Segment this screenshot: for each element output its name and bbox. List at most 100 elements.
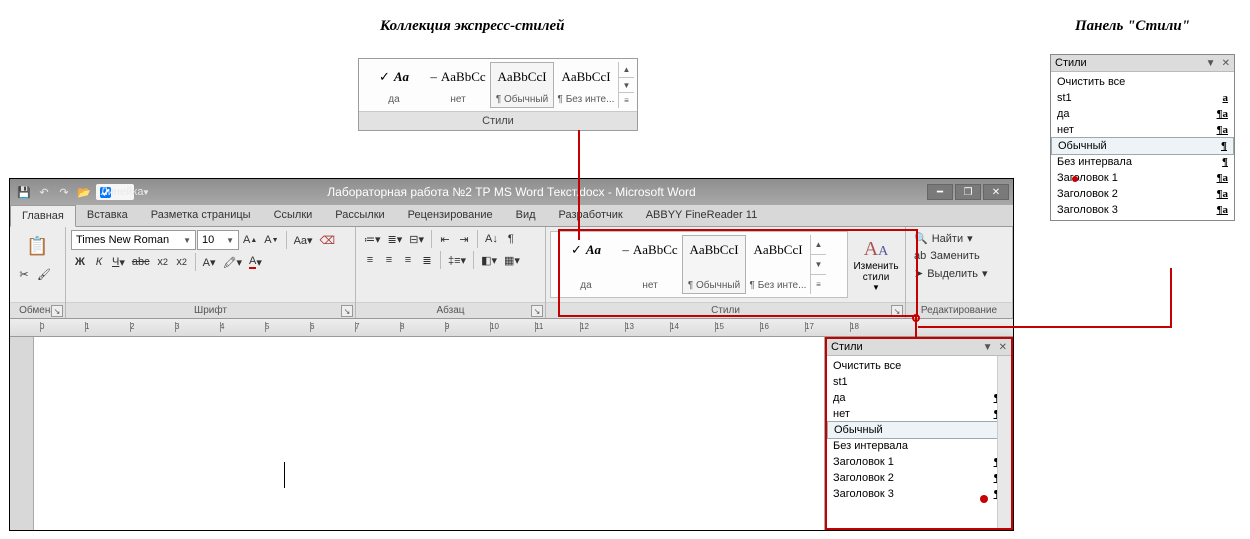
line-spacing-button[interactable]: ‡≡▾ — [445, 251, 469, 269]
style-row[interactable]: нет¶a — [1051, 122, 1234, 138]
outdent-button[interactable]: ⇤ — [436, 230, 454, 248]
font-name-combo[interactable]: Times New Roman▼ — [71, 230, 196, 250]
align-right-button[interactable]: ≡ — [399, 251, 417, 269]
pane-close-icon[interactable]: ✕ — [999, 342, 1007, 353]
tab-layout[interactable]: Разметка страницы — [140, 205, 263, 226]
shading-button[interactable]: ◧▾ — [478, 251, 500, 269]
qat-undo-icon[interactable]: ↶ — [36, 184, 52, 200]
search-icon: 🔍 — [914, 232, 928, 245]
tab-mailings[interactable]: Рассылки — [324, 205, 396, 226]
style-row[interactable]: Очистить все — [1051, 74, 1234, 90]
tab-insert[interactable]: Вставка — [76, 205, 140, 226]
style-gallery-item[interactable]: AaBbCcI ¶ Обычный — [682, 235, 746, 294]
font-size-combo[interactable]: 10▼ — [197, 230, 239, 250]
scrollbar[interactable] — [997, 356, 1011, 528]
gallery-scroll-up[interactable]: ▲ — [619, 62, 634, 78]
style-gallery-item[interactable]: ✓ Aa да — [362, 62, 426, 108]
style-gallery-item[interactable]: AaBbCcI ¶ Без инте... — [746, 235, 810, 294]
qat-ruler-toggle[interactable]: Линейка — [96, 184, 134, 200]
paragraph-launcher[interactable]: ↘ — [531, 305, 543, 317]
gallery-scroll-down[interactable]: ▼ — [619, 78, 634, 94]
gallery-more[interactable]: ≡ — [811, 275, 826, 294]
window-minimize-button[interactable]: ━ — [927, 184, 953, 200]
window-close-button[interactable]: ✕ — [983, 184, 1009, 200]
style-row[interactable]: Без интервала¶ — [827, 438, 1011, 454]
numbering-button[interactable]: ≣▾ — [385, 230, 406, 248]
select-button[interactable]: ➤Выделить ▾ — [911, 265, 1007, 282]
style-gallery-item[interactable]: AaBbCcI ¶ Обычный — [490, 62, 554, 108]
pane-options-icon[interactable]: ▼ — [1206, 58, 1216, 69]
style-row[interactable]: Заголовок 2¶a — [1051, 186, 1234, 202]
qat-save-icon[interactable]: 💾 — [16, 184, 32, 200]
text-effects-button[interactable]: A▾ — [200, 253, 219, 271]
window-maximize-button[interactable]: ❐ — [955, 184, 981, 200]
tab-view[interactable]: Вид — [505, 205, 548, 226]
tab-references[interactable]: Ссылки — [263, 205, 325, 226]
style-gallery-item[interactable]: AaBbCcI ¶ Без инте... — [554, 62, 618, 108]
tab-home[interactable]: Главная — [10, 205, 76, 227]
gallery-scroll-down[interactable]: ▼ — [811, 255, 826, 275]
replace-button[interactable]: abЗаменить — [911, 248, 1007, 264]
shrink-font-button[interactable]: A▼ — [261, 231, 281, 249]
style-row[interactable]: Обычный¶ — [827, 421, 1011, 439]
paste-button[interactable]: 📋 — [15, 230, 60, 262]
style-row[interactable]: Обычный¶ — [1051, 137, 1234, 155]
multilevel-button[interactable]: ⊟▾ — [406, 230, 427, 248]
style-row[interactable]: Заголовок 1¶a — [827, 454, 1011, 470]
tab-review[interactable]: Рецензирование — [397, 205, 505, 226]
style-row[interactable]: да¶a — [1051, 106, 1234, 122]
tab-developer[interactable]: Разработчик — [548, 205, 635, 226]
font-color-button[interactable]: A▾ — [246, 253, 265, 271]
styles-list: Очистить все st1a да¶a нет¶a Обычный¶ Бе… — [1051, 72, 1234, 220]
find-button[interactable]: 🔍Найти ▾ — [911, 230, 1007, 247]
style-gallery-item[interactable]: ✓ Aa да — [554, 235, 618, 294]
style-row[interactable]: Заголовок 3¶a — [1051, 202, 1234, 218]
style-row[interactable]: Заголовок 2¶a — [827, 470, 1011, 486]
cut-button[interactable]: ✂ — [15, 265, 33, 283]
replace-icon: ab — [914, 250, 926, 262]
clear-formatting-button[interactable]: ⌫ — [317, 231, 339, 249]
sort-button[interactable]: A↓ — [482, 230, 501, 248]
format-painter-button[interactable]: 🖌 — [34, 265, 54, 283]
align-center-button[interactable]: ≡ — [380, 251, 398, 269]
style-gallery-item[interactable]: – AaBbCc нет — [618, 235, 682, 294]
strike-button[interactable]: abc — [129, 253, 153, 271]
gallery-more[interactable]: ≡ — [619, 93, 634, 108]
style-row[interactable]: Без интервала¶ — [1051, 154, 1234, 170]
change-case-button[interactable]: Aa▾ — [291, 231, 316, 249]
align-left-button[interactable]: ≡ — [361, 251, 379, 269]
gallery-scroll-up[interactable]: ▲ — [811, 235, 826, 255]
subscript-button[interactable]: x2 — [154, 253, 172, 271]
document-page[interactable] — [34, 337, 825, 530]
style-gallery-item[interactable]: – AaBbCc нет — [426, 62, 490, 108]
style-row[interactable]: st1a — [827, 374, 1011, 390]
style-row[interactable]: Заголовок 1¶a — [1051, 170, 1234, 186]
italic-button[interactable]: К — [90, 253, 108, 271]
clipboard-launcher[interactable]: ↘ — [51, 305, 63, 317]
pane-close-icon[interactable]: ✕ — [1222, 58, 1230, 69]
font-launcher[interactable]: ↘ — [341, 305, 353, 317]
highlight-button[interactable]: 🖍▾ — [219, 253, 245, 271]
underline-button[interactable]: Ч▾ — [109, 253, 128, 271]
style-row[interactable]: Очистить все — [827, 358, 1011, 374]
horizontal-ruler[interactable]: 0123456789101112131415161718 — [10, 319, 1013, 337]
change-styles-button[interactable]: AA Изменить стили ▼ — [851, 231, 901, 298]
justify-button[interactable]: ≣ — [418, 251, 436, 269]
bullets-button[interactable]: ≔▾ — [361, 230, 384, 248]
bold-button[interactable]: Ж — [71, 253, 89, 271]
qat-open-icon[interactable]: 📂 — [76, 184, 92, 200]
borders-button[interactable]: ▦▾ — [501, 251, 523, 269]
style-row[interactable]: st1a — [1051, 90, 1234, 106]
styles-launcher[interactable]: ↘ — [891, 305, 903, 317]
indent-button[interactable]: ⇥ — [455, 230, 473, 248]
show-marks-button[interactable]: ¶ — [502, 230, 520, 248]
pane-options-icon[interactable]: ▼ — [983, 342, 993, 353]
superscript-button[interactable]: x2 — [173, 253, 191, 271]
grow-font-button[interactable]: A▲ — [240, 231, 260, 249]
style-row[interactable]: да¶a — [827, 390, 1011, 406]
tab-abbyy[interactable]: ABBYY FineReader 11 — [635, 205, 770, 226]
qat-redo-icon[interactable]: ↷ — [56, 184, 72, 200]
qat-more-icon[interactable]: ▼ — [138, 184, 154, 200]
vertical-ruler[interactable] — [10, 337, 34, 530]
style-row[interactable]: нет¶a — [827, 406, 1011, 422]
